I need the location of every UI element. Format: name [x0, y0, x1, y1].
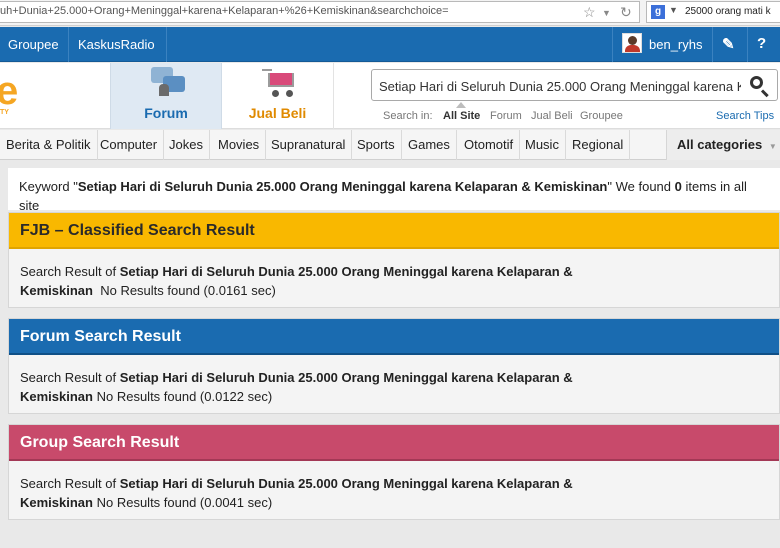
site-search-box — [371, 69, 778, 101]
category-sports[interactable]: Sports — [351, 130, 402, 160]
scope-groupee[interactable]: Groupee — [580, 110, 623, 122]
nav-divider — [712, 27, 713, 62]
result-summary: Keyword "Setiap Hari di Seluruh Dunia 25… — [8, 168, 780, 213]
category-movies[interactable]: Movies — [212, 130, 267, 160]
category-bar: Berita & Politik Computer Jokes Movies S… — [0, 130, 780, 160]
summary-suffix: items in all — [681, 179, 747, 194]
top-navbar: Groupee KaskusRadio ben_ryhs ✎ ? — [0, 27, 780, 62]
search-input[interactable] — [379, 76, 741, 96]
search-tips-link[interactable]: Search Tips — [716, 110, 774, 122]
bookmark-star-icon[interactable]: ☆ — [583, 4, 596, 21]
address-bar[interactable]: uh+Dunia+25.000+Orang+Meninggal+karena+K… — [0, 1, 640, 23]
category-regional[interactable]: Regional — [566, 130, 631, 160]
nav-divider — [68, 27, 69, 62]
shopping-cart-icon — [262, 67, 300, 99]
summary-prefix: Keyword " — [19, 179, 78, 194]
scope-caret-icon — [456, 102, 466, 108]
fjb-result-panel: FJB – Classified Search Result Search Re… — [8, 212, 780, 308]
site-logo[interactable]: e — [0, 71, 18, 111]
fjb-result-query: Setiap Hari di Seluruh Dunia 25.000 Oran… — [119, 264, 573, 279]
groupee-link[interactable]: Groupee — [8, 37, 59, 52]
tab-jual-beli[interactable]: Jual Beli — [222, 63, 334, 129]
dropdown-arrow-icon[interactable]: ▼ — [602, 8, 611, 18]
browser-toolbar: uh+Dunia+25.000+Orang+Meninggal+karena+K… — [0, 0, 780, 26]
all-categories-label: All categories — [677, 137, 763, 152]
scope-forum[interactable]: Forum — [490, 110, 522, 122]
chevron-down-icon: ▼ — [768, 142, 777, 151]
tab-jual-beli-label: Jual Beli — [248, 105, 307, 121]
group-result-prefix: Search Result of — [20, 476, 120, 491]
scope-jual-beli[interactable]: Jual Beli — [531, 110, 573, 122]
forum-result-panel: Forum Search Result Search Result of Set… — [8, 318, 780, 414]
group-result-panel: Group Search Result Search Result of Set… — [8, 424, 780, 520]
group-result-query-2: Kemiskinan — [20, 495, 93, 510]
category-computer[interactable]: Computer — [94, 130, 165, 160]
reload-icon[interactable]: ↻ — [620, 4, 632, 21]
fjb-result-prefix: Search Result of — [20, 264, 120, 279]
url-text[interactable]: uh+Dunia+25.000+Orang+Meninggal+karena+K… — [0, 5, 575, 17]
fjb-result-query-2: Kemiskinan — [20, 283, 93, 298]
forum-result-query-2: Kemiskinan — [20, 389, 93, 404]
category-music[interactable]: Music — [519, 130, 566, 160]
group-result-query: Setiap Hari di Seluruh Dunia 25.000 Oran… — [119, 476, 573, 491]
browser-search-text[interactable]: 25000 orang mati k — [685, 6, 771, 17]
tab-forum-label: Forum — [144, 105, 188, 121]
forum-panel-body: Search Result of Setiap Hari di Seluruh … — [9, 355, 779, 406]
tab-forum[interactable]: Forum — [110, 63, 222, 129]
kaskusradio-link[interactable]: KaskusRadio — [78, 37, 155, 52]
group-panel-title: Group Search Result — [9, 425, 779, 461]
search-in-label: Search in: — [383, 110, 433, 122]
group-panel-body: Search Result of Setiap Hari di Seluruh … — [9, 461, 779, 512]
category-otomotif[interactable]: Otomotif — [458, 130, 521, 160]
fjb-panel-body: Search Result of Setiap Hari di Seluruh … — [9, 249, 779, 300]
group-result-status: No Results found (0.0041 sec) — [92, 495, 273, 510]
category-berita-politik[interactable]: Berita & Politik — [0, 130, 98, 160]
logo-subtext: TY — [0, 109, 9, 116]
pencil-icon[interactable]: ✎ — [722, 35, 735, 53]
google-icon[interactable]: g — [651, 5, 665, 19]
forum-result-status: No Results found (0.0122 sec) — [92, 389, 273, 404]
nav-divider — [747, 27, 748, 62]
nav-divider — [612, 27, 613, 62]
nav-divider — [166, 27, 167, 62]
fjb-panel-title: FJB – Classified Search Result — [9, 213, 779, 249]
summary-middle: " We found — [607, 179, 675, 194]
category-supranatural[interactable]: Supranatural — [265, 130, 353, 160]
site-header: e TY Forum Jual Beli Search in: All Site… — [0, 63, 780, 129]
search-icon[interactable] — [748, 75, 770, 98]
fjb-result-status: No Results found (0.0161 sec) — [92, 283, 276, 298]
summary-suffix-2: site — [19, 198, 40, 213]
forum-result-query: Setiap Hari di Seluruh Dunia 25.000 Oran… — [119, 370, 573, 385]
browser-search-box[interactable]: g ▼ 25000 orang mati k — [646, 1, 780, 23]
category-games[interactable]: Games — [402, 130, 457, 160]
forum-icon — [151, 67, 185, 97]
scope-all-site[interactable]: All Site — [443, 110, 480, 122]
help-icon[interactable]: ? — [757, 35, 766, 52]
forum-result-prefix: Search Result of — [20, 370, 120, 385]
username-link[interactable]: ben_ryhs — [649, 37, 702, 52]
category-jokes[interactable]: Jokes — [163, 130, 210, 160]
summary-count: 0 — [674, 179, 682, 194]
forum-panel-title: Forum Search Result — [9, 319, 779, 355]
summary-keyword: Setiap Hari di Seluruh Dunia 25.000 Oran… — [77, 179, 608, 194]
user-avatar[interactable] — [622, 33, 642, 53]
all-categories-dropdown[interactable]: All categories ▼ — [666, 130, 780, 160]
engine-dropdown-icon[interactable]: ▼ — [669, 5, 678, 15]
